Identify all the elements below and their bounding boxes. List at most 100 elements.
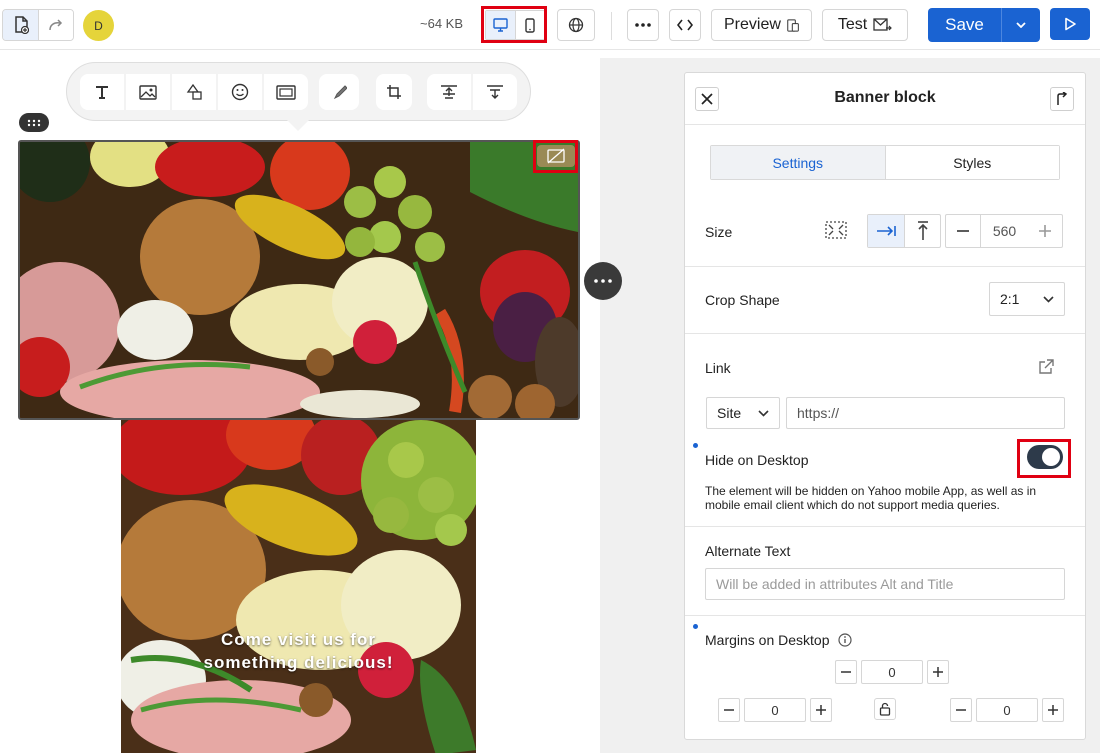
divider	[685, 526, 1085, 527]
lock-margins-button[interactable]	[874, 698, 896, 720]
margins-label: Margins on Desktop	[705, 632, 830, 648]
language-button[interactable]	[557, 9, 595, 41]
align-bottom-button[interactable]	[473, 74, 517, 110]
plus-icon	[933, 667, 943, 677]
size-auto-button[interactable]	[818, 214, 854, 246]
margins-header: Margins on Desktop	[705, 632, 852, 648]
crop-shape-select[interactable]: 2:1	[989, 282, 1065, 316]
info-icon[interactable]	[837, 633, 852, 647]
panel-tabs: Settings Styles	[710, 145, 1060, 180]
toolbar-pointer	[287, 120, 309, 131]
block-drag-handle[interactable]	[19, 113, 49, 132]
size-increment-button[interactable]	[1028, 215, 1062, 247]
move-to-parent-button[interactable]	[1050, 87, 1074, 111]
drag-dots-icon	[27, 119, 41, 126]
plus-icon	[1039, 225, 1051, 237]
margin-right-increment[interactable]	[1042, 698, 1064, 722]
unlock-icon	[879, 702, 891, 716]
redo-button[interactable]	[38, 10, 73, 40]
margin-top-input[interactable]: 0	[861, 660, 923, 684]
margin-right-decrement[interactable]	[950, 698, 972, 722]
settings-panel: Banner block Settings Styles Size 560 Cr…	[684, 72, 1086, 740]
text-block-button[interactable]	[80, 74, 124, 110]
size-width-button[interactable]	[868, 215, 904, 247]
code-icon	[677, 19, 693, 31]
file-plus-icon	[14, 16, 29, 34]
banner-caption-line1: Come visit us for	[221, 630, 376, 649]
more-options-button[interactable]	[627, 9, 659, 41]
new-document-button[interactable]	[3, 10, 38, 40]
modified-indicator	[693, 443, 698, 448]
margin-top-increment[interactable]	[927, 660, 949, 684]
block-more-button[interactable]	[584, 262, 622, 300]
image-icon	[139, 84, 157, 100]
margin-left-decrement[interactable]	[718, 698, 740, 722]
shapes-icon	[186, 84, 202, 100]
margin-right-stepper: 0	[950, 698, 1064, 722]
emoji-block-button[interactable]	[218, 74, 262, 110]
align-top-button[interactable]	[427, 74, 471, 110]
link-url-input[interactable]: https://	[786, 397, 1065, 429]
margin-right-input[interactable]: 0	[976, 698, 1038, 722]
chevron-down-icon	[1016, 22, 1026, 28]
banner-caption: Come visit us for something delicious!	[121, 628, 476, 674]
arrow-up-bar-icon	[917, 221, 928, 240]
size-direction-group	[867, 214, 941, 248]
crop-icon	[387, 85, 401, 99]
text-icon	[96, 86, 108, 99]
tab-styles[interactable]: Styles	[885, 146, 1059, 179]
device-preview-icon	[787, 18, 799, 32]
save-button-group: Save	[928, 8, 1040, 42]
divider	[685, 615, 1085, 616]
hide-on-desktop-helper: The element will be hidden on Yahoo mobi…	[705, 484, 1037, 512]
test-email-button[interactable]: Test	[822, 9, 908, 41]
panel-header: Banner block	[685, 73, 1085, 125]
toggle-highlight	[1017, 439, 1071, 478]
size-input[interactable]: 560	[980, 215, 1028, 247]
size-height-button[interactable]	[904, 215, 940, 247]
save-options-button[interactable]	[1001, 8, 1040, 42]
link-type-value: Site	[717, 405, 742, 421]
preview-label: Preview	[724, 16, 781, 33]
device-switcher-highlight	[481, 6, 547, 43]
banner-block-button[interactable]	[264, 74, 308, 110]
size-decrement-button[interactable]	[946, 215, 980, 247]
send-button[interactable]	[1050, 8, 1090, 40]
banner-image-mobile[interactable]: Come visit us for something delicious!	[121, 420, 476, 753]
redo-icon	[49, 19, 63, 31]
alt-text-input[interactable]: Will be added in attributes Alt and Titl…	[705, 568, 1065, 600]
link-type-select[interactable]: Site	[706, 397, 780, 429]
preview-button[interactable]: Preview	[711, 9, 812, 41]
avatar[interactable]: D	[83, 10, 114, 41]
margin-left-increment[interactable]	[810, 698, 832, 722]
save-button[interactable]: Save	[928, 8, 1001, 42]
tab-settings[interactable]: Settings	[711, 146, 886, 179]
margin-top-decrement[interactable]	[835, 660, 857, 684]
mail-send-icon	[873, 18, 893, 31]
crop-shape-value: 2:1	[1000, 291, 1020, 307]
banner-icon	[276, 84, 296, 100]
link-label: Link	[705, 360, 731, 376]
external-link-icon[interactable]	[1038, 359, 1054, 375]
crop-button[interactable]	[376, 74, 412, 110]
margin-left-input[interactable]: 0	[744, 698, 806, 722]
avatar-initial: D	[94, 18, 103, 33]
edit-image-button[interactable]	[319, 74, 359, 110]
block-floating-toolbar	[66, 62, 531, 121]
banner-caption-line2: something delicious!	[203, 653, 394, 672]
banner-image-desktop[interactable]	[18, 140, 580, 420]
image-block-button[interactable]	[126, 74, 170, 110]
food-photo	[121, 420, 476, 753]
hide-on-desktop-label: Hide on Desktop	[705, 452, 809, 468]
brush-icon	[333, 85, 347, 100]
size-stepper: 560	[945, 214, 1063, 248]
crop-shape-label: Crop Shape	[705, 292, 780, 308]
size-label: Size	[705, 224, 733, 240]
arrow-right-bar-icon	[877, 226, 896, 236]
margin-left-stepper: 0	[718, 698, 832, 722]
shapes-block-button[interactable]	[172, 74, 216, 110]
chevron-down-icon	[1043, 295, 1054, 303]
code-editor-button[interactable]	[669, 9, 701, 41]
divider	[685, 333, 1085, 334]
plus-icon	[816, 705, 826, 715]
